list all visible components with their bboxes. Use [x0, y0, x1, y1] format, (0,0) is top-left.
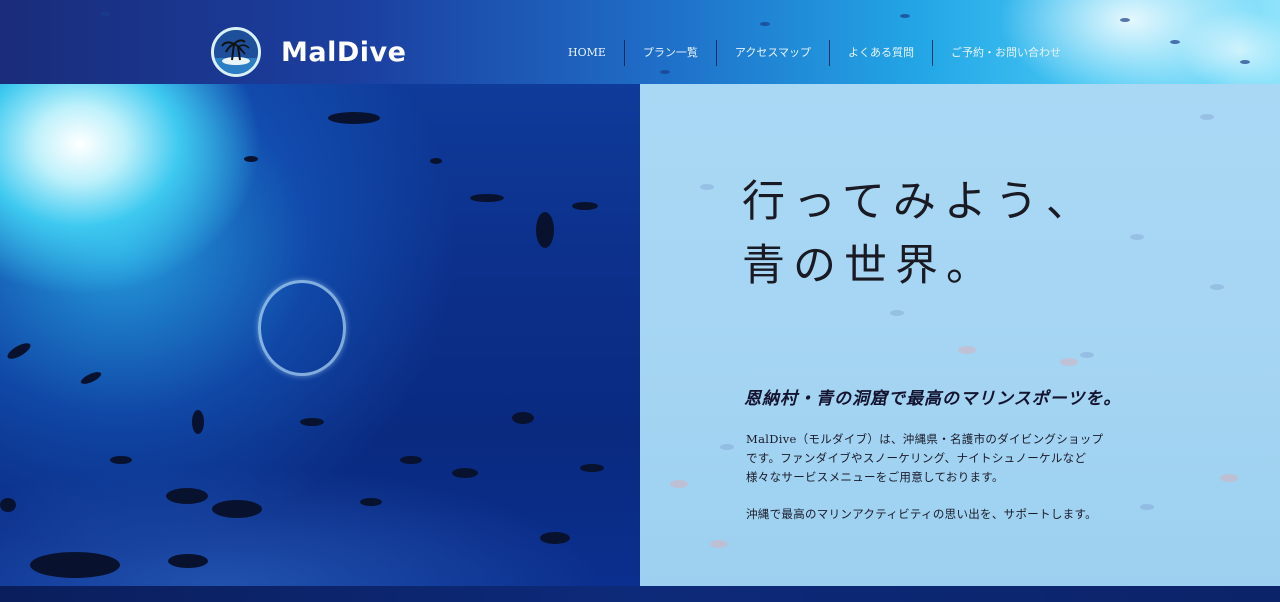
fish-decoration — [720, 444, 734, 450]
hero-description: MalDive（モルダイブ）は、沖縄県・名護市のダイビングショップ です。ファン… — [746, 430, 1146, 524]
nav-item-access-map[interactable]: アクセスマップ — [715, 40, 829, 66]
fish-silhouette — [0, 498, 16, 512]
headline-line: 行ってみよう、 — [742, 177, 1097, 227]
hero-subheading: 恩納村・青の洞窟で最高のマリンスポーツを。 — [744, 389, 1122, 409]
fish-silhouette — [30, 552, 120, 578]
fish-silhouette — [536, 212, 554, 248]
fish-decoration — [900, 14, 910, 18]
fish-silhouette — [572, 202, 598, 210]
fish-decoration — [1240, 60, 1250, 64]
description-line: 様々なサービスメニューをご用意しております。 — [746, 470, 1004, 484]
fish-decoration — [1200, 114, 1214, 120]
fish-silhouette — [512, 412, 534, 424]
site-logo[interactable]: MalDive — [211, 27, 406, 77]
fish-silhouette — [580, 464, 604, 472]
fish-silhouette — [244, 156, 258, 162]
description-line: です。ファンダイブやスノーケリング、ナイトシュノーケルなど — [746, 451, 1087, 465]
fish-silhouette — [79, 369, 103, 387]
fish-decoration — [890, 310, 904, 316]
fish-decoration — [1170, 40, 1180, 44]
fish-decoration — [1120, 18, 1130, 22]
fish-silhouette — [212, 500, 262, 518]
fish-silhouette — [168, 554, 208, 568]
fish-decoration — [710, 540, 728, 548]
fish-decoration — [100, 12, 110, 16]
fish-silhouette — [360, 498, 382, 506]
hero-headline: 行ってみよう、 青の世界。 — [742, 170, 1097, 298]
fish-silhouette — [300, 418, 324, 426]
brand-name: MalDive — [281, 36, 407, 68]
headline-line: 青の世界。 — [742, 241, 997, 291]
fish-silhouette — [5, 340, 33, 362]
fish-silhouette — [328, 112, 380, 124]
fish-decoration — [670, 480, 688, 488]
fish-silhouette — [192, 410, 204, 434]
footer-band — [0, 586, 1280, 602]
fish-silhouette — [452, 468, 478, 478]
fish-decoration — [1130, 234, 1144, 240]
bubble-ring — [258, 280, 346, 376]
nav-item-contact[interactable]: ご予約・お問い合わせ — [932, 40, 1079, 66]
hero-underwater-photo — [0, 84, 640, 586]
fish-decoration — [1080, 352, 1094, 358]
nav-item-plans[interactable]: プラン一覧 — [623, 40, 716, 66]
fish-silhouette — [540, 532, 570, 544]
nav-item-faq[interactable]: よくある質問 — [829, 40, 932, 66]
hero-text-panel: 行ってみよう、 青の世界。 恩納村・青の洞窟で最高のマリンスポーツを。 MalD… — [640, 84, 1280, 586]
fish-silhouette — [110, 456, 132, 464]
main-nav: HOME プラン一覧 アクセスマップ よくある質問 ご予約・お問い合わせ — [550, 40, 1079, 66]
fish-decoration — [1060, 358, 1078, 366]
fish-decoration — [1220, 474, 1238, 482]
fish-silhouette — [430, 158, 442, 164]
description-line: 沖縄で最高のマリンアクティビティの思い出を、サポートします。 — [746, 507, 1097, 521]
description-line: MalDive（モルダイブ）は、沖縄県・名護市のダイビングショップ — [746, 432, 1104, 446]
nav-item-home[interactable]: HOME — [550, 40, 624, 66]
palm-island-icon — [211, 27, 261, 77]
fish-decoration — [1210, 284, 1224, 290]
fish-decoration — [660, 70, 670, 74]
fish-silhouette — [166, 488, 208, 504]
fish-decoration — [760, 22, 770, 26]
fish-silhouette — [400, 456, 422, 464]
fish-decoration — [958, 346, 976, 354]
fish-decoration — [700, 184, 714, 190]
fish-silhouette — [470, 194, 504, 202]
site-header: MalDive HOME プラン一覧 アクセスマップ よくある質問 ご予約・お問… — [0, 0, 1280, 84]
